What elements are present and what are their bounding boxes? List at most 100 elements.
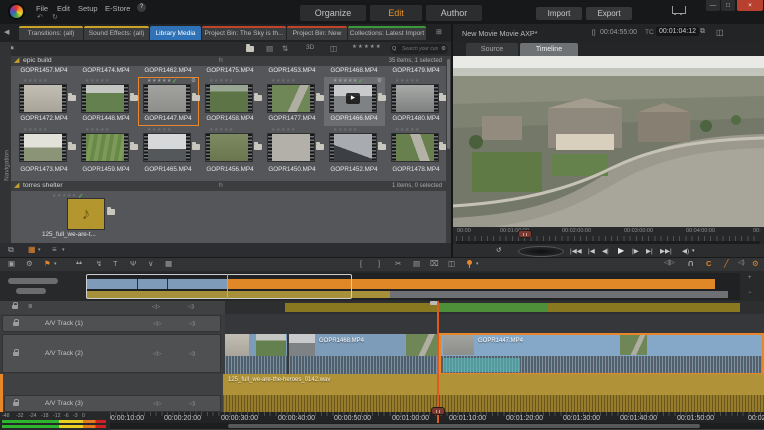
- caret-down-icon[interactable]: ▾: [38, 247, 41, 253]
- track1-header[interactable]: A/V Track (1) ◁▷ ◁): [2, 315, 221, 332]
- mute-toggle-icon[interactable]: ◁): [189, 321, 195, 327]
- frame-back-button[interactable]: |◀: [588, 247, 595, 255]
- track2-header[interactable]: A/V Track (2) ◁▷ ◁): [2, 334, 221, 373]
- clip-thumbnail[interactable]: [330, 134, 376, 161]
- caret-down-icon[interactable]: ▾: [692, 248, 695, 254]
- timeline-playhead[interactable]: [437, 301, 439, 423]
- search-icon[interactable]: Q: [392, 46, 396, 52]
- title-tool-icon[interactable]: T: [113, 259, 118, 268]
- toolbox-icon[interactable]: ⚙: [752, 259, 759, 268]
- tab-library-media[interactable]: Library Media: [150, 26, 201, 40]
- clip-thumbnail[interactable]: [20, 134, 66, 161]
- zoom-in-icon[interactable]: +: [748, 275, 752, 281]
- thumbnail-view-icon[interactable]: ▦: [28, 245, 36, 254]
- clip-thumbnail[interactable]: [144, 134, 190, 161]
- menu-setup[interactable]: Setup: [78, 4, 98, 13]
- tab-organize[interactable]: Organize: [300, 5, 366, 21]
- undo-icon[interactable]: ↶: [37, 13, 43, 21]
- import-button[interactable]: Import: [536, 7, 582, 20]
- clip-caption[interactable]: GOPR1478.MP4: [385, 166, 447, 173]
- caret-down-icon[interactable]: ▾: [476, 261, 479, 267]
- mute-toggle-icon[interactable]: ◁): [188, 304, 194, 310]
- timeline-settings-icon[interactable]: ⚙: [26, 259, 33, 268]
- preview-video-frame[interactable]: [452, 56, 764, 227]
- star-rating[interactable]: ★★★★★: [147, 78, 172, 84]
- clip-thumbnail[interactable]: [82, 134, 128, 161]
- frame-forward-button[interactable]: ▶|: [646, 247, 653, 255]
- clip-caption[interactable]: GOPR1473.MP4: [13, 166, 75, 173]
- mute-toggle-icon[interactable]: ◁): [189, 401, 195, 407]
- navigation-collapsed-panel[interactable]: Navigation: [0, 42, 11, 257]
- razor-icon[interactable]: ✂: [395, 259, 401, 268]
- music-clip-caption[interactable]: 125_full_we-are-t...: [42, 231, 132, 238]
- clip-thumbnail[interactable]: [20, 85, 66, 112]
- estore-cart-icon[interactable]: [672, 6, 686, 14]
- tab-source[interactable]: Source: [466, 43, 518, 56]
- new-tab-icon[interactable]: ⊞: [436, 28, 442, 36]
- clip-caption[interactable]: GOPR1452.MP4: [323, 166, 385, 173]
- caret-down-icon[interactable]: ▾: [54, 261, 57, 267]
- clip-caption-selected[interactable]: GOPR1447.MP4: [137, 115, 199, 122]
- mute-toggle-icon[interactable]: ◁): [189, 351, 195, 357]
- marker-pin-icon[interactable]: [467, 260, 472, 265]
- export-button[interactable]: Export: [586, 7, 632, 20]
- play-button[interactable]: ▶: [618, 246, 624, 255]
- audio-scrub-icon[interactable]: ◁): [738, 259, 745, 266]
- clip-caption[interactable]: GOPR1479.MP4: [385, 67, 447, 74]
- storyboard-segment[interactable]: [285, 303, 440, 312]
- play-overlay-icon[interactable]: ▶: [346, 93, 360, 104]
- clip-caption[interactable]: GOPR1450.MP4: [261, 166, 323, 173]
- star-rating[interactable]: ★★★★★: [395, 78, 420, 84]
- star-rating[interactable]: ★★★★★: [23, 127, 48, 133]
- loop-icon[interactable]: ↺: [496, 246, 501, 254]
- caret-down-icon[interactable]: ▾: [62, 247, 65, 253]
- clip-caption[interactable]: GOPR1453.MP4: [261, 67, 323, 74]
- track-list-icon[interactable]: ≣: [28, 304, 33, 310]
- dual-view-icon[interactable]: ◫: [716, 28, 724, 37]
- navigator-toggle-icon[interactable]: ▴▴: [76, 259, 82, 266]
- tab-transitions[interactable]: Transitions: (all): [19, 26, 83, 40]
- lock-icon[interactable]: [13, 402, 19, 406]
- detail-view-icon[interactable]: ≡: [52, 245, 57, 254]
- magnet-icon[interactable]: U: [688, 259, 693, 268]
- mark-in-icon[interactable]: [: [360, 259, 362, 268]
- sort-icon[interactable]: ⇅: [282, 44, 288, 53]
- star-rating[interactable]: ★★★★★: [23, 78, 48, 84]
- star-rating[interactable]: ★★★★★: [395, 127, 420, 133]
- undock-preview-icon[interactable]: ⧉: [700, 28, 705, 36]
- menu-edit[interactable]: Edit: [57, 4, 70, 13]
- clip-caption[interactable]: GOPR1468.MP4: [323, 67, 385, 74]
- tab-collections[interactable]: Collections: Latest Import: [348, 26, 426, 40]
- step-forward-button[interactable]: |▶: [632, 247, 639, 255]
- navigator-viewport-rect[interactable]: [86, 274, 352, 299]
- clip-thumbnail[interactable]: [206, 134, 252, 161]
- collapse-triangle-icon[interactable]: ◢: [14, 181, 19, 191]
- jog-shuttle-control[interactable]: [518, 246, 564, 257]
- 3d-filter-button[interactable]: 3D: [306, 44, 314, 51]
- minimize-button[interactable]: —: [706, 0, 720, 11]
- star-rating[interactable]: ★★★★★: [333, 127, 358, 133]
- clip-caption[interactable]: GOPR1472.MP4: [13, 115, 75, 122]
- clip-caption[interactable]: GOPR1458.MP4: [199, 115, 261, 122]
- star-rating[interactable]: ★★★★★: [85, 127, 110, 133]
- tab-scroll-left-icon[interactable]: ◀: [4, 28, 9, 36]
- multitrack-icon[interactable]: ▦: [165, 259, 172, 268]
- clip-caption[interactable]: GOPR1480.MP4: [385, 115, 447, 122]
- clip-thumbnail[interactable]: [392, 85, 438, 112]
- storyboard-flag-icon[interactable]: ⚑: [44, 259, 51, 268]
- star-rating[interactable]: ★★★★★: [147, 127, 172, 133]
- clip-caption[interactable]: GOPR1462.MP4: [137, 67, 199, 74]
- clip-caption[interactable]: GOPR1459.MP4: [75, 166, 137, 173]
- clip-thumbnail[interactable]: [392, 134, 438, 161]
- media-filter-icon[interactable]: ◫: [330, 44, 337, 53]
- step-back-button[interactable]: ◀|: [602, 247, 609, 255]
- tab-sound-effects[interactable]: Sound Effects: (all): [84, 26, 149, 40]
- snap-magnet-icon[interactable]: C: [706, 259, 711, 268]
- trim-editor-icon[interactable]: ◁|▷: [664, 259, 675, 266]
- clip-thumbnail[interactable]: [268, 134, 314, 161]
- mark-out-icon[interactable]: ]: [378, 259, 380, 268]
- monitor-toggle-icon[interactable]: ◁▷: [152, 304, 160, 310]
- folder-icon[interactable]: [246, 46, 254, 52]
- close-button[interactable]: ×: [737, 0, 763, 11]
- star-rating[interactable]: ★★★★★: [209, 78, 234, 84]
